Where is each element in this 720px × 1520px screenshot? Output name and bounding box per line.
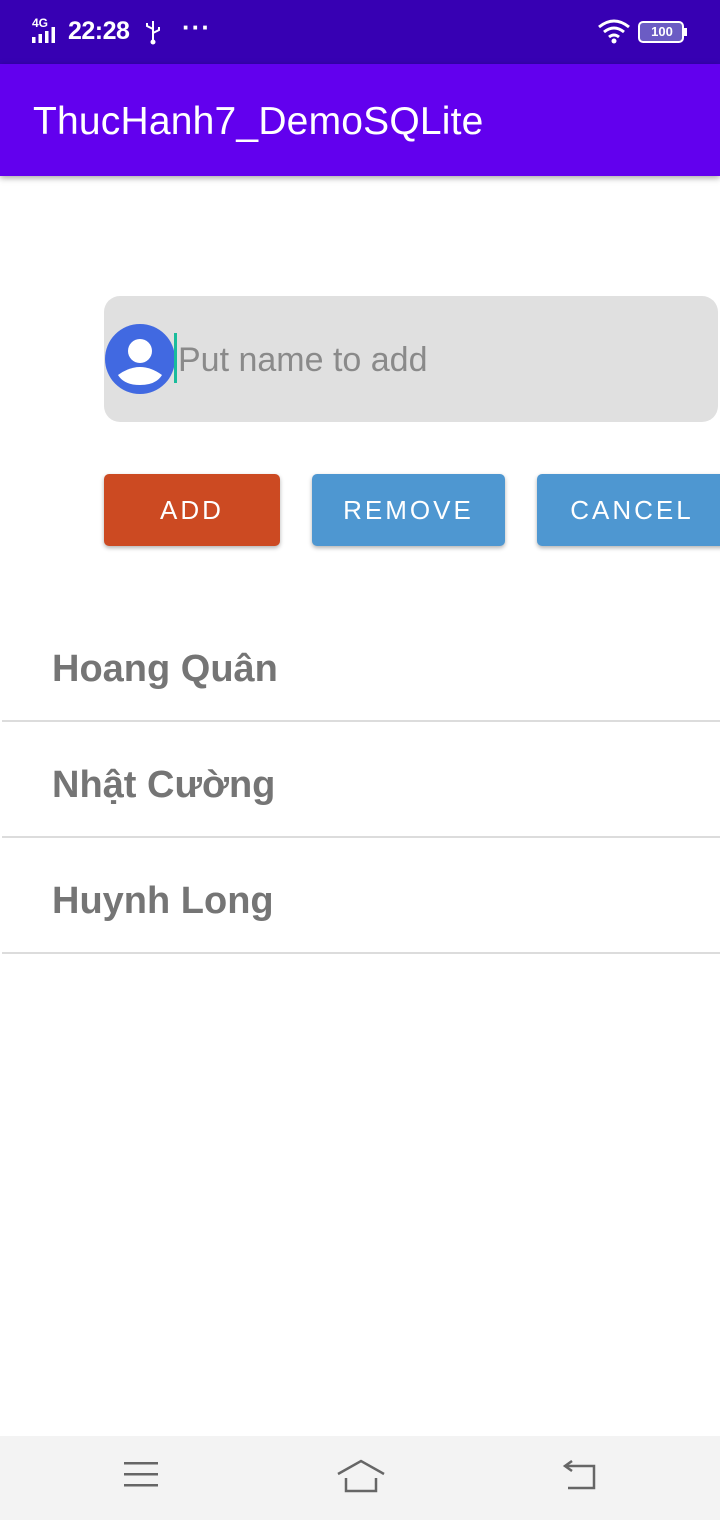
app-title: ThucHanh7_DemoSQLite: [33, 100, 484, 143]
home-icon[interactable]: [336, 1458, 386, 1494]
navigation-bar: [0, 1436, 720, 1520]
account-circle-icon: [105, 324, 175, 394]
back-icon[interactable]: [560, 1460, 598, 1492]
add-button[interactable]: ADD: [104, 474, 280, 546]
wifi-icon: [598, 19, 630, 44]
name-input[interactable]: [178, 330, 698, 390]
usb-icon: [146, 21, 160, 45]
list-item[interactable]: Huynh Long: [2, 838, 720, 954]
cell-signal-icon: 4G: [32, 16, 55, 43]
status-time: 22:28: [68, 17, 130, 45]
battery-level: 100: [651, 24, 673, 39]
name-list: Hoang Quân Nhật Cường Huynh Long: [0, 606, 720, 954]
network-type: 4G: [32, 16, 48, 30]
text-cursor: [174, 333, 177, 383]
list-item-label: Huynh Long: [52, 880, 274, 922]
remove-button[interactable]: REMOVE: [312, 474, 505, 546]
status-bar: 4G 22:28 ··· 100: [0, 0, 720, 64]
cancel-button[interactable]: CANCEL: [537, 474, 720, 546]
list-item[interactable]: Nhật Cường: [2, 722, 720, 838]
more-notifications: ···: [182, 12, 211, 42]
list-item[interactable]: Hoang Quân: [2, 606, 720, 722]
list-item-label: Nhật Cường: [52, 764, 276, 806]
list-item-label: Hoang Quân: [52, 648, 278, 690]
app-bar: ThucHanh7_DemoSQLite: [0, 64, 720, 176]
menu-icon[interactable]: [122, 1458, 160, 1492]
